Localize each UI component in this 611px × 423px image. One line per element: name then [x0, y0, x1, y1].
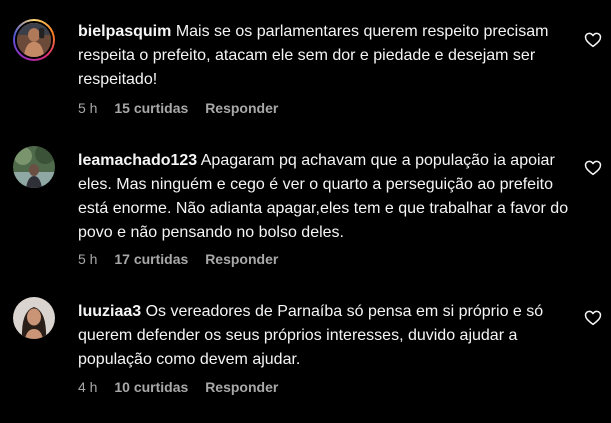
- comment-meta: 4 h 10 curtidas Responder: [78, 379, 291, 395]
- comment-likes[interactable]: 10 curtidas: [114, 379, 188, 395]
- profile-photo: [17, 23, 51, 57]
- comment-likes[interactable]: 15 curtidas: [114, 100, 188, 116]
- comment-time[interactable]: 5 h: [78, 251, 97, 267]
- comment-likes[interactable]: 17 curtidas: [114, 251, 188, 267]
- heart-outline-icon[interactable]: [584, 31, 602, 49]
- profile-photo: [13, 146, 55, 188]
- reply-button[interactable]: Responder: [205, 100, 278, 116]
- avatar[interactable]: [13, 146, 55, 188]
- reply-button[interactable]: Responder: [205, 379, 278, 395]
- comments-list: bielpasquim Mais se os parlamentares que…: [0, 0, 611, 423]
- comment-username[interactable]: leamachado123: [78, 152, 197, 169]
- heart-outline-icon[interactable]: [584, 309, 602, 327]
- avatar[interactable]: [13, 19, 55, 61]
- profile-photo: [13, 297, 55, 339]
- comment-time[interactable]: 4 h: [78, 379, 97, 395]
- comment-text: Os vereadores de Parnaíba só pensa em si…: [78, 303, 544, 368]
- comment-username[interactable]: luuziaa3: [78, 303, 141, 320]
- heart-outline-icon[interactable]: [584, 159, 602, 177]
- reply-button[interactable]: Responder: [205, 251, 278, 267]
- comment-meta: 5 h 15 curtidas Responder: [78, 100, 291, 116]
- comment-meta: 5 h 17 curtidas Responder: [78, 251, 291, 267]
- comment-time[interactable]: 5 h: [78, 100, 97, 116]
- comment-body: luuziaa3 Os vereadores de Parnaíba só pe…: [78, 300, 573, 372]
- avatar[interactable]: [13, 297, 55, 339]
- comment-body: bielpasquim Mais se os parlamentares que…: [78, 20, 573, 92]
- comment-body: leamachado123 Apagaram pq achavam que a …: [78, 149, 573, 245]
- comment-username[interactable]: bielpasquim: [78, 23, 171, 40]
